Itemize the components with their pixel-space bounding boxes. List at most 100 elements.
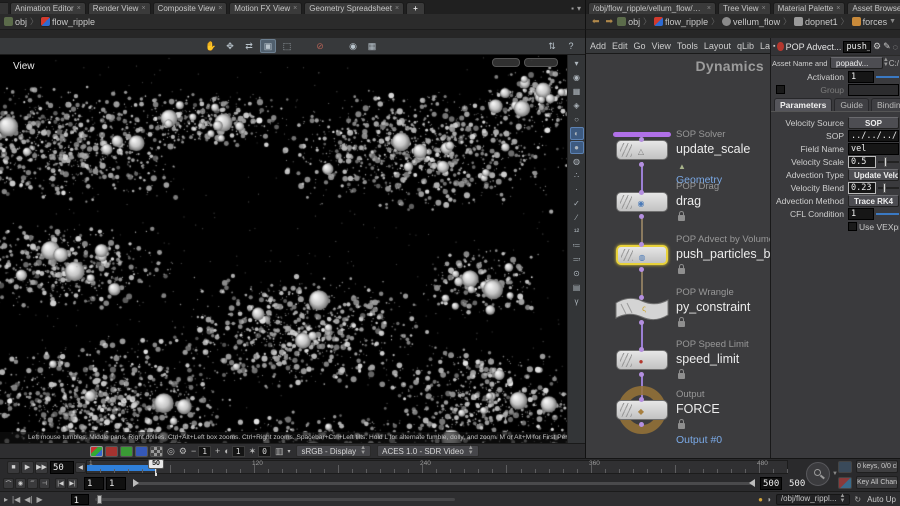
simulation-toggle-icon[interactable]: ⊣ <box>39 478 50 489</box>
red-channel-button[interactable] <box>105 446 118 457</box>
menu-qlib[interactable]: qLib <box>737 41 754 51</box>
refresh-icon[interactable]: ↻ <box>854 495 861 504</box>
display-settings-gear-icon[interactable]: ⚙ <box>179 446 187 457</box>
keyframe-options-icon[interactable]: ⁗ <box>27 478 38 489</box>
tab-parameters[interactable]: Parameters <box>774 98 832 111</box>
group-list-icon[interactable]: ≔ <box>570 239 584 252</box>
step-icon[interactable]: ▶ <box>36 495 42 504</box>
rgb-channels-button[interactable] <box>90 446 103 457</box>
go-range-start-button[interactable]: |◀ <box>55 478 66 489</box>
view-options-pill[interactable] <box>524 58 558 67</box>
node-input-dot[interactable] <box>639 137 644 142</box>
key-all-channels-button[interactable]: Key All Channels <box>856 476 898 489</box>
play-button[interactable]: ▶ <box>21 461 34 474</box>
node-output-dot[interactable] <box>639 372 644 377</box>
color-sample-icon[interactable]: ◎ <box>167 446 175 457</box>
cfl-condition-slider[interactable] <box>876 213 899 215</box>
camera-view-icon[interactable]: ◉ <box>570 71 584 84</box>
grid-toggle-icon[interactable]: ▤ <box>570 281 584 294</box>
go-range-end-button[interactable]: ▶| <box>67 478 78 489</box>
group-field[interactable] <box>848 84 899 96</box>
headlight-icon[interactable]: ◐ <box>570 127 584 140</box>
tab-geometry-spreadsheet[interactable]: Geometry Spreadsheet× <box>304 2 404 14</box>
timeline-ruler[interactable]: 1 120 240 360 480 50 <box>86 460 788 474</box>
velocity-blend-slider[interactable] <box>878 187 899 189</box>
profile-curves-icon[interactable]: ∕ <box>570 211 584 224</box>
prev-frame-button[interactable]: ◀ <box>75 462 86 473</box>
keyframe-view-icon[interactable] <box>838 461 852 473</box>
normals-icon[interactable]: · <box>570 183 584 196</box>
close-icon[interactable]: × <box>218 5 222 12</box>
pane-menu-icon[interactable]: ▾ <box>577 4 581 13</box>
network-editor[interactable]: Dynamics △ SOP Solver update_scale ▲ Geo… <box>585 54 770 458</box>
node-input-dot[interactable] <box>639 295 644 300</box>
breadcrumb-dropdown-icon[interactable]: ▼ <box>889 18 896 25</box>
channel-editor-icon[interactable] <box>838 477 852 489</box>
activation-slider[interactable] <box>876 76 899 78</box>
snapshot-frame-icon[interactable]: ▦ <box>570 85 584 98</box>
wireframe-icon[interactable]: ◍ <box>570 155 584 168</box>
view-menu-icon[interactable]: ▾ <box>570 57 584 70</box>
camera-menu-pill[interactable] <box>492 58 520 67</box>
pane-swap-icon[interactable]: ⇅ <box>544 39 560 53</box>
snapshot-icon[interactable]: ◉ <box>345 39 361 53</box>
sop-path-field[interactable]: ../../../../V <box>848 130 899 142</box>
box-select-icon[interactable]: ⬚ <box>279 39 295 53</box>
node-input-dot[interactable] <box>639 347 644 352</box>
range-start-field[interactable]: 1 <box>84 477 104 490</box>
node-input-dot[interactable] <box>639 397 644 402</box>
menu-view[interactable]: View <box>652 41 671 51</box>
tab-bindings[interactable]: Bindings <box>871 98 900 111</box>
lock-camera-icon[interactable]: ◈ <box>570 99 584 112</box>
current-path-dropdown[interactable]: /obj/flow_rippl...▲▼ <box>776 494 851 505</box>
display-flag-icon[interactable]: ⊙ <box>570 267 584 280</box>
points-display-icon[interactable]: ∴ <box>570 169 584 182</box>
view-tumble-tool-icon[interactable]: ✋ <box>203 39 219 53</box>
nav-forward-icon[interactable]: ➡ <box>604 16 616 27</box>
activation-field[interactable]: 1 <box>848 71 874 83</box>
velocity-blend-field[interactable]: 0.23 <box>848 182 876 194</box>
close-icon[interactable]: × <box>762 5 766 12</box>
breadcrumb-flow-ripple[interactable]: flow_ripple <box>52 17 95 27</box>
nav-back-icon[interactable]: ⬅ <box>590 16 602 27</box>
node-name-field[interactable]: push_part <box>843 41 871 53</box>
gain-minus-button[interactable]: − <box>191 446 196 456</box>
advection-type-dropdown[interactable]: Update Velocity <box>848 169 899 181</box>
close-icon[interactable]: × <box>141 5 145 12</box>
crumb-dopnet1[interactable]: dopnet1 <box>805 17 838 27</box>
tab-motion-fx-view[interactable]: Motion FX View× <box>229 2 302 14</box>
node-output-dot[interactable] <box>639 267 644 272</box>
playback-range-slider[interactable] <box>134 482 754 485</box>
playback-next-icon[interactable]: ◀| <box>24 495 32 504</box>
menu-layout[interactable]: Layout <box>704 41 731 51</box>
gear-icon[interactable]: ⚙ <box>873 41 881 52</box>
clipped-tab-stub[interactable] <box>0 2 8 14</box>
velocity-source-dropdown[interactable]: SOP <box>848 117 899 129</box>
particle-render[interactable] <box>0 55 567 443</box>
range-end-field[interactable]: 500 <box>760 477 782 490</box>
playback-speed-field[interactable]: 1 <box>71 494 89 505</box>
close-icon[interactable]: × <box>395 5 399 12</box>
crumb-forces[interactable]: forces <box>863 17 888 27</box>
gain-field[interactable]: 1 <box>198 446 211 457</box>
gamma-icon[interactable]: ✶ <box>249 446 257 457</box>
view-transform-dropdown[interactable]: ACES 1.0 - SDR Video▲▼ <box>377 445 479 457</box>
shading-mode-icon[interactable]: ● <box>570 141 584 154</box>
message-log-icon[interactable]: ▸ <box>4 495 8 504</box>
stop-button[interactable]: ■ <box>7 461 20 474</box>
green-channel-button[interactable] <box>120 446 133 457</box>
field-name-field[interactable]: vel <box>848 143 899 155</box>
breadcrumb-obj[interactable]: obj <box>15 17 27 27</box>
close-icon[interactable]: × <box>707 5 711 12</box>
range-end-handle[interactable] <box>749 479 755 487</box>
tab-network-path[interactable]: /obj/flow_ripple/vellum_flow/dopnet1/for… <box>588 2 716 14</box>
keys-summary-button[interactable]: 0 keys, 0/0 chan <box>856 460 898 473</box>
node-output-dot[interactable] <box>639 422 644 427</box>
brush-icon[interactable]: ✎ <box>883 41 891 52</box>
audio-toggle-icon[interactable]: ◉ <box>15 478 26 489</box>
velocity-scale-field[interactable]: 0.5 <box>848 156 876 168</box>
vertex-markers-icon[interactable]: ✓ <box>570 197 584 210</box>
pane-split-icon[interactable]: ▪ <box>571 4 574 13</box>
asset-dropdown[interactable]: popadv... <box>830 57 883 69</box>
magnify-icon[interactable]: ◌ <box>893 42 898 52</box>
